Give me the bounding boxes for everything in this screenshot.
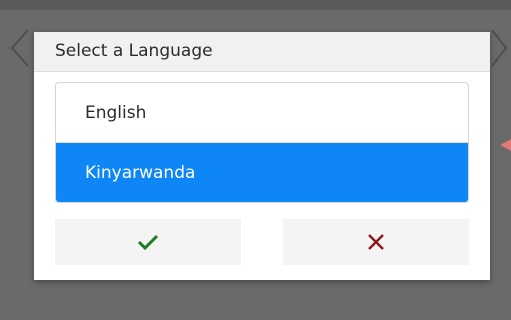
language-option-english[interactable]: English bbox=[56, 83, 468, 143]
cancel-button[interactable] bbox=[283, 219, 469, 265]
dialog-header: Select a Language bbox=[34, 32, 490, 72]
language-dialog: Select a Language English Kinyarwanda bbox=[34, 32, 490, 280]
check-icon bbox=[137, 234, 159, 251]
language-list: English Kinyarwanda bbox=[55, 82, 469, 203]
close-icon bbox=[368, 234, 384, 250]
confirm-button[interactable] bbox=[55, 219, 241, 265]
background-chevron-left-icon bbox=[10, 29, 29, 67]
background-arrow-icon bbox=[500, 139, 511, 151]
dialog-title: Select a Language bbox=[55, 41, 213, 61]
background-top-bar bbox=[0, 0, 511, 10]
language-option-kinyarwanda[interactable]: Kinyarwanda bbox=[56, 143, 468, 202]
app-screen: Select a Language English Kinyarwanda bbox=[0, 0, 511, 320]
